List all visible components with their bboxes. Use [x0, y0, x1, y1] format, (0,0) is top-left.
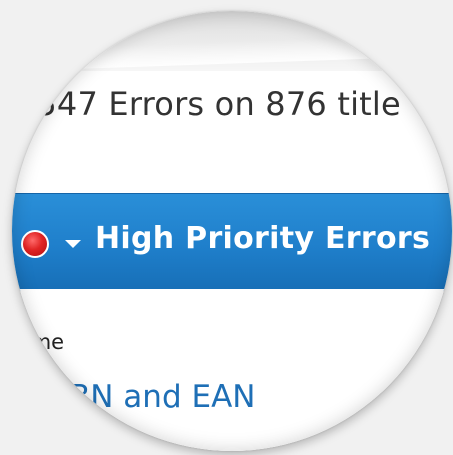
high-priority-errors-title: High Priority Errors — [95, 221, 431, 256]
errors-summary: .547 Errors on 876 title — [26, 85, 401, 123]
error-type-link[interactable]: BN and EAN — [69, 379, 255, 415]
name-column-label: lame — [12, 330, 65, 354]
table-row[interactable]: BN and EAN — [12, 365, 452, 451]
top-sheen — [12, 11, 452, 71]
high-priority-errors-header[interactable]: High Priority Errors — [12, 193, 452, 291]
screenshot-stage: .547 Errors on 876 title High Priority E… — [0, 0, 453, 455]
error-status-dot-icon — [21, 230, 49, 258]
magnifier-lens: .547 Errors on 876 title High Priority E… — [12, 11, 452, 451]
chevron-down-icon[interactable] — [65, 240, 81, 248]
name-column-header[interactable]: lame — [12, 289, 452, 366]
